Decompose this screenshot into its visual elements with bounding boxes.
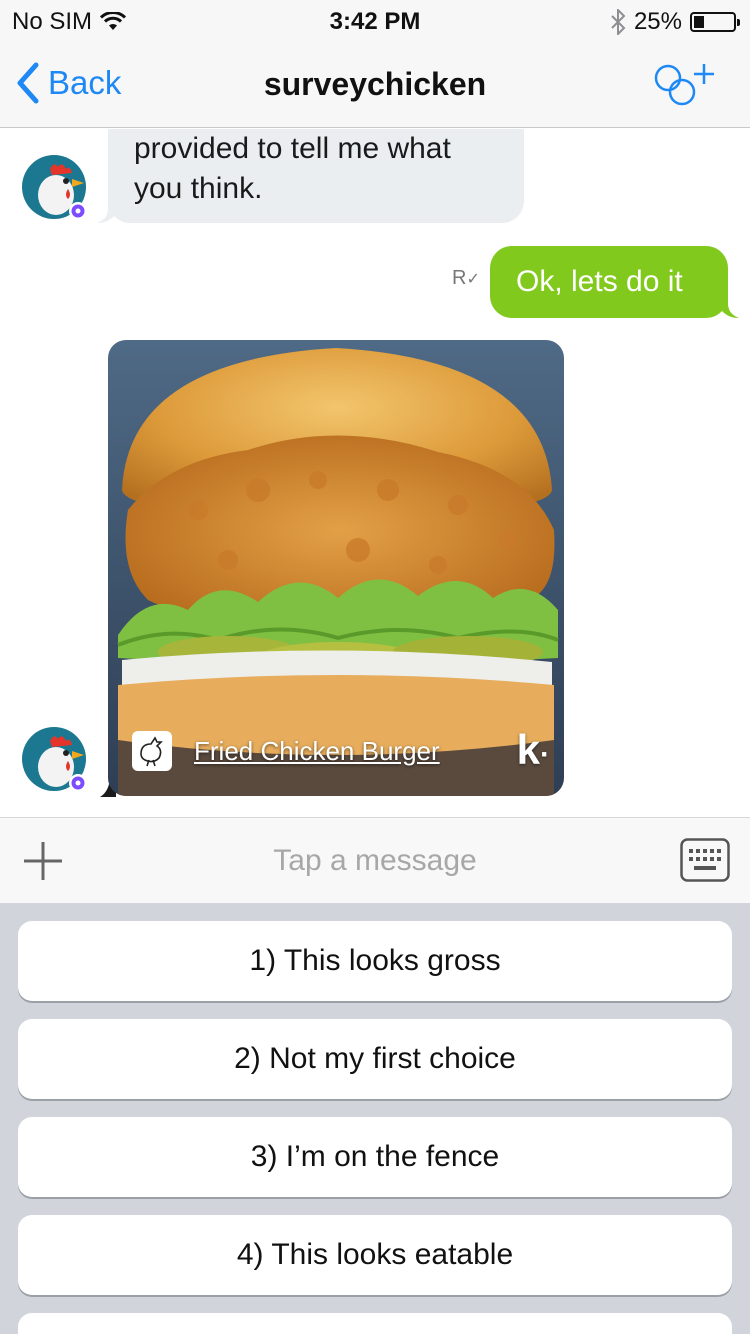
kik-logo-label: k bbox=[516, 726, 540, 773]
suggestion-button[interactable]: 4) This looks eatable bbox=[18, 1215, 732, 1295]
keyboard-icon[interactable] bbox=[680, 838, 730, 882]
status-right: 25% bbox=[610, 8, 740, 36]
suggestion-button[interactable]: 3) I’m on the fence bbox=[18, 1117, 732, 1197]
chicken-app-icon bbox=[132, 731, 172, 771]
read-receipt-icon: R✓ bbox=[452, 267, 480, 289]
battery-percent: 25% bbox=[633, 8, 682, 35]
nav-bar: Back surveychicken bbox=[0, 42, 750, 128]
message-input-bar: Tap a message bbox=[0, 817, 750, 903]
add-people-icon[interactable] bbox=[652, 62, 720, 110]
message-line: provided to tell me what bbox=[134, 132, 451, 165]
card-caption-link[interactable]: Fried Chicken Burger bbox=[194, 736, 440, 767]
status-bar: No SIM 3:42 PM 25% bbox=[0, 0, 750, 42]
battery-icon bbox=[690, 12, 740, 32]
plus-icon[interactable] bbox=[22, 840, 64, 882]
message-text: Ok, lets do it bbox=[516, 265, 683, 298]
chicken-avatar[interactable] bbox=[22, 727, 88, 793]
incoming-message-bubble[interactable]: provided to tell me what you think. bbox=[86, 129, 524, 223]
message-line: you think. bbox=[134, 172, 263, 205]
read-receipt-label: R bbox=[452, 267, 467, 289]
chicken-avatar[interactable] bbox=[22, 155, 88, 221]
suggestion-button[interactable]: 2) Not my first choice bbox=[18, 1019, 732, 1099]
message-input[interactable]: Tap a message bbox=[120, 844, 630, 878]
kik-logo-icon: k· bbox=[516, 726, 550, 773]
card-caption[interactable]: Fried Chicken Burger bbox=[108, 706, 564, 796]
chat-area[interactable]: provided to tell me what you think. R✓ O… bbox=[0, 129, 750, 817]
suggestion-label: 1) This looks gross bbox=[249, 944, 501, 977]
suggested-responses: 1) This looks gross 2) Not my first choi… bbox=[0, 903, 750, 1334]
suggestion-button-partial[interactable] bbox=[18, 1313, 732, 1334]
suggestion-button[interactable]: 1) This looks gross bbox=[18, 921, 732, 1001]
image-card[interactable]: Fried Chicken Burger k· bbox=[108, 340, 564, 796]
page-title: surveychicken bbox=[263, 66, 487, 102]
outgoing-message-bubble[interactable]: Ok, lets do it bbox=[490, 246, 750, 318]
battery-level bbox=[694, 16, 704, 28]
suggestion-label: 2) Not my first choice bbox=[234, 1042, 516, 1075]
bluetooth-icon bbox=[611, 9, 626, 35]
suggestion-label: 4) This looks eatable bbox=[236, 1238, 514, 1271]
suggestion-label: 3) I’m on the fence bbox=[250, 1140, 500, 1173]
